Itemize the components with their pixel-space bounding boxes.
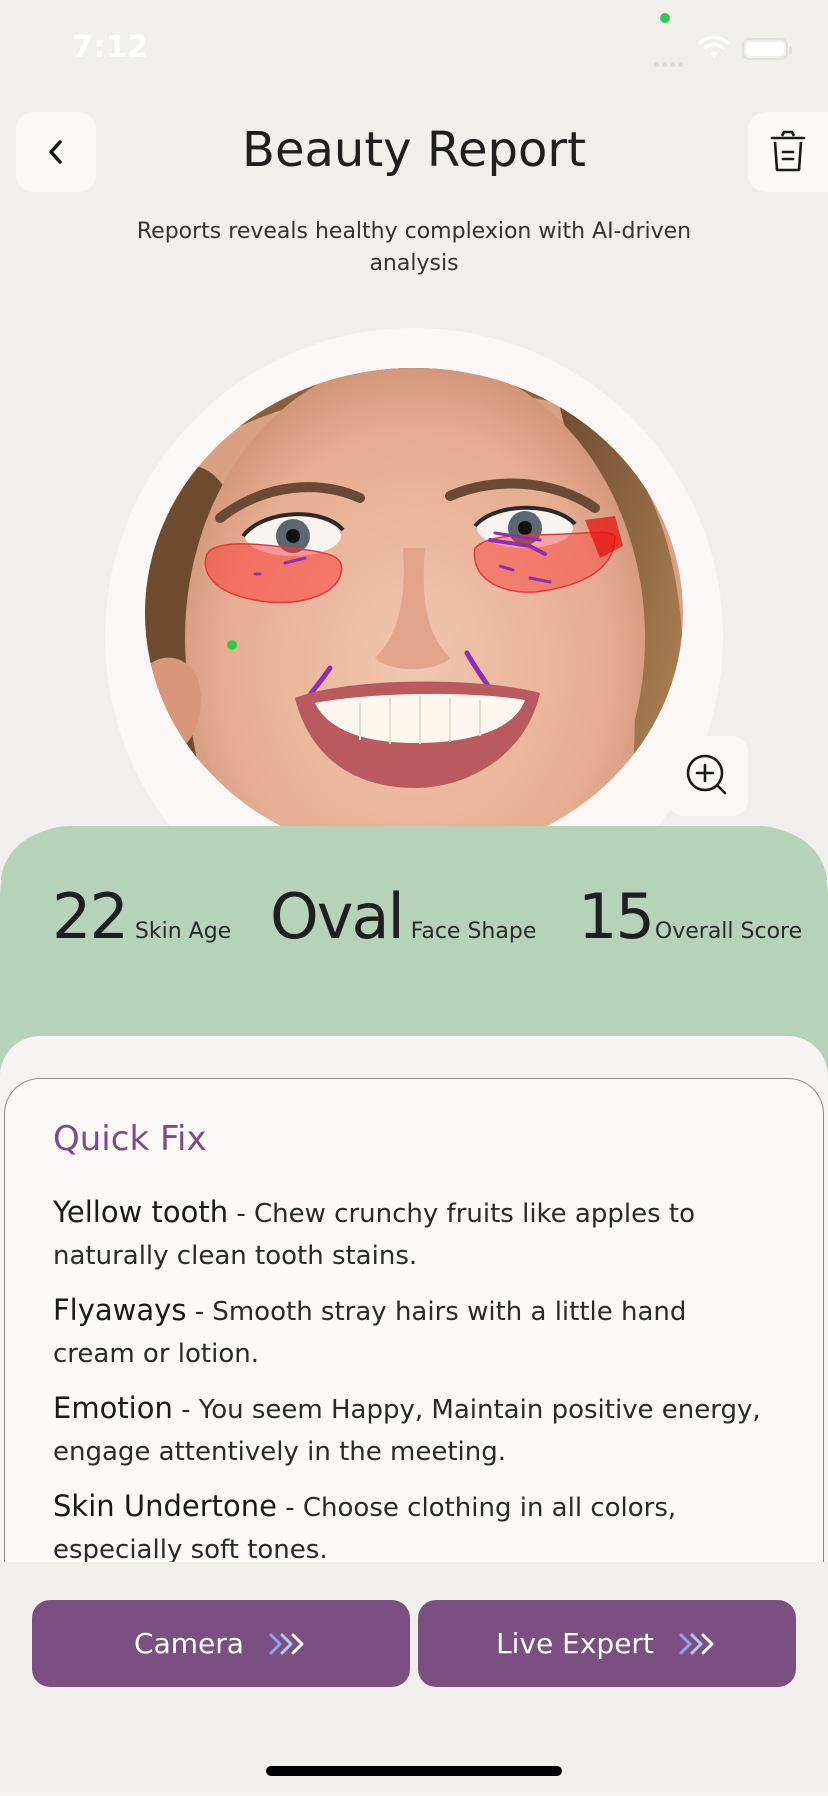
quick-fix-item: Emotion - You seem Happy, Maintain posit…	[53, 1387, 773, 1473]
trash-icon	[770, 130, 806, 172]
privacy-indicator-dot	[660, 13, 670, 23]
overall-score-value: 15	[578, 880, 655, 953]
face-shape-label: Face Shape	[410, 919, 537, 944]
live-expert-button-label: Live Expert	[496, 1627, 654, 1660]
home-indicator	[266, 1766, 562, 1776]
overall-score-stat: 15 Overall Score	[578, 880, 802, 953]
quick-fix-item: Flyaways - Smooth stray hairs with a lit…	[53, 1289, 773, 1375]
triple-chevron-right-icon	[269, 1633, 304, 1654]
skin-age-label: Skin Age	[134, 919, 232, 944]
quick-fix-item-key: Yellow tooth	[53, 1195, 229, 1229]
camera-button-label: Camera	[134, 1627, 244, 1660]
page-subtitle: Reports reveals healthy complexion with …	[136, 219, 692, 276]
face-shape-stat: Oval Face Shape	[270, 880, 536, 953]
page-title: Beauty Report	[242, 122, 586, 178]
status-time: 7:12	[72, 30, 149, 65]
triple-chevron-right-icon	[679, 1633, 714, 1654]
quick-fix-item-key: Flyaways	[53, 1293, 187, 1327]
quick-fix-title: Quick Fix	[53, 1119, 207, 1159]
wifi-icon	[698, 35, 730, 64]
camera-button[interactable]: Camera	[32, 1600, 410, 1687]
overall-score-label: Overall Score	[654, 919, 803, 944]
quick-fix-item-key: Skin Undertone	[53, 1489, 277, 1523]
cellular-signal-icon	[654, 52, 690, 67]
quick-fix-card: Quick Fix Yellow tooth - Chew crunchy fr…	[4, 1078, 824, 1568]
quick-fix-item: Skin Undertone - Choose clothing in all …	[53, 1485, 773, 1568]
status-bar: 7:12	[0, 0, 828, 100]
live-expert-button[interactable]: Live Expert	[418, 1600, 796, 1687]
quick-fix-item: Yellow tooth - Chew crunchy fruits like …	[53, 1191, 773, 1277]
delete-report-button[interactable]	[748, 112, 828, 192]
skin-age-value: 22	[52, 880, 129, 953]
skin-age-stat: 22 Skin Age	[52, 880, 231, 953]
battery-icon	[742, 38, 792, 60]
quick-fix-list: Yellow tooth - Chew crunchy fruits like …	[53, 1191, 773, 1568]
face-shape-value: Oval	[270, 880, 405, 953]
stats-row: 22 Skin Age Oval Face Shape 15 Overall S…	[0, 880, 828, 960]
quick-fix-item-key: Emotion	[53, 1391, 173, 1425]
